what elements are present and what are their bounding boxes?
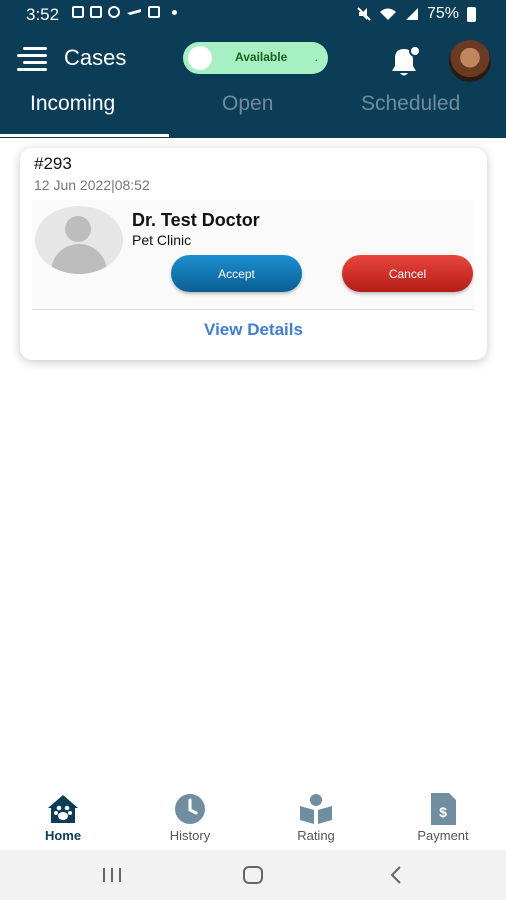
nav-history-label: History bbox=[169, 828, 211, 843]
notification-bell-icon[interactable] bbox=[386, 44, 422, 78]
case-card: #293 12 Jun 2022|08:52 Dr. Test Doctor P… bbox=[20, 148, 487, 360]
case-id: #293 bbox=[34, 154, 72, 173]
clinic-name: Pet Clinic bbox=[132, 232, 192, 248]
recents-icon[interactable] bbox=[92, 862, 132, 888]
avatar-body bbox=[51, 244, 107, 274]
status-notification-icons bbox=[72, 6, 177, 18]
dot-icon bbox=[172, 9, 177, 15]
toggle-knob bbox=[188, 46, 212, 70]
chat-icon bbox=[108, 6, 120, 18]
nav-payment-label: Payment bbox=[417, 828, 469, 843]
menu-button[interactable] bbox=[17, 46, 47, 72]
invoice-dollar-icon: $ bbox=[431, 793, 456, 825]
app-bar: Cases Available . Incoming Open Schedule… bbox=[0, 28, 506, 138]
home-icon[interactable] bbox=[233, 862, 273, 888]
doctor-info-panel: Dr. Test Doctor Pet Clinic Accept Cancel bbox=[32, 200, 474, 308]
signal-icon bbox=[405, 8, 418, 20]
menu-icon-line bbox=[23, 61, 47, 64]
profile-avatar[interactable] bbox=[449, 40, 491, 82]
svg-text:$: $ bbox=[439, 804, 447, 820]
wifi-icon bbox=[379, 8, 396, 20]
nav-rating-label: Rating bbox=[297, 828, 335, 843]
nav-rating[interactable]: Rating bbox=[266, 782, 366, 850]
nav-payment[interactable]: $ Payment bbox=[393, 782, 493, 850]
availability-label: Available bbox=[235, 50, 288, 64]
status-time: 3:52 bbox=[26, 5, 60, 24]
menu-icon-line bbox=[17, 68, 47, 71]
doctor-avatar-placeholder-icon bbox=[35, 206, 123, 274]
case-date: 12 Jun 2022|08:52 bbox=[34, 177, 150, 193]
tab-incoming[interactable]: Incoming bbox=[30, 92, 115, 116]
bottom-navigation: Home History Rating $ Payment bbox=[0, 782, 506, 850]
flight-icon bbox=[127, 9, 141, 15]
system-navigation-bar bbox=[0, 850, 506, 900]
menu-icon-line bbox=[23, 47, 47, 50]
tab-open[interactable]: Open bbox=[222, 92, 273, 116]
rating-icon bbox=[300, 794, 332, 824]
view-details-link[interactable]: View Details bbox=[20, 320, 487, 340]
status-bar: 3:52 75% bbox=[0, 0, 506, 28]
mute-icon bbox=[357, 7, 371, 21]
case-tabs: Incoming Open Scheduled bbox=[0, 86, 506, 138]
back-icon[interactable] bbox=[376, 862, 416, 888]
accept-button[interactable]: Accept bbox=[171, 255, 302, 292]
menu-icon-line bbox=[17, 54, 47, 57]
tab-scheduled[interactable]: Scheduled bbox=[361, 92, 460, 116]
battery-icon bbox=[467, 6, 476, 22]
home-pet-icon bbox=[48, 795, 78, 823]
divider bbox=[32, 309, 474, 310]
battery-percent: 75% bbox=[426, 5, 459, 22]
availability-dot: . bbox=[314, 50, 318, 64]
availability-toggle[interactable]: Available . bbox=[183, 42, 328, 74]
notification-icon bbox=[72, 6, 84, 18]
nav-history[interactable]: History bbox=[140, 782, 240, 850]
active-tab-indicator bbox=[0, 134, 169, 137]
doctor-name: Dr. Test Doctor bbox=[132, 210, 260, 230]
page-title: Cases bbox=[64, 45, 127, 70]
calendar-icon bbox=[90, 6, 102, 18]
clock-icon bbox=[175, 794, 205, 824]
status-right: 75% bbox=[357, 5, 476, 23]
nav-home-label: Home bbox=[44, 828, 82, 843]
nav-home[interactable]: Home bbox=[13, 782, 113, 850]
cancel-button[interactable]: Cancel bbox=[342, 255, 473, 292]
image-icon bbox=[148, 6, 160, 18]
avatar-head bbox=[65, 216, 91, 242]
